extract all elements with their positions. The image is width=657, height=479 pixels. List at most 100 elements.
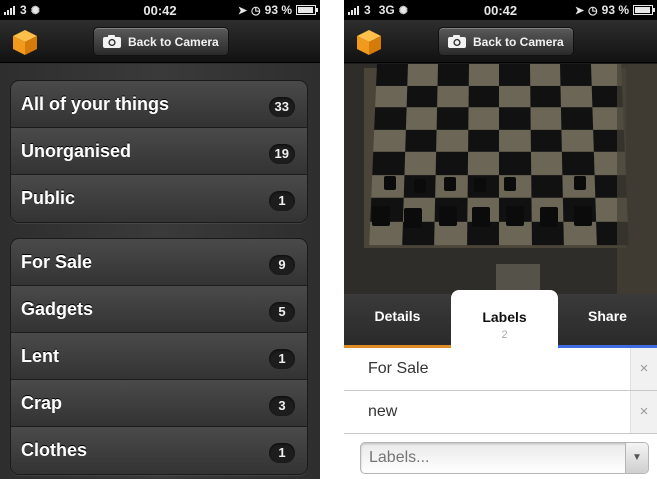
list-item[interactable]: Gadgets 5 [11,286,307,333]
status-right: ➤ ◷ 93 % [574,3,655,17]
tab-bar: Details Labels 2 Share [344,290,657,348]
chessboard-square [376,64,408,86]
chessboard-square [437,64,469,86]
list-item-label: Public [21,188,76,208]
tab-share[interactable]: Share [558,294,657,348]
chessboard-square [467,129,499,152]
chessboard-square [499,64,530,86]
battery-percent: 93 % [264,3,292,17]
chessboard-square [436,129,468,152]
cube-logo-icon[interactable] [354,27,384,57]
chessboard-square [435,151,468,175]
photo-piece [574,206,592,226]
back-to-camera-button[interactable]: Back to Camera [93,27,229,56]
screen-divider [320,0,344,479]
photo-piece [472,207,490,227]
photo-piece [574,176,586,190]
list-item[interactable]: Clothes 1 [11,427,307,474]
chessboard-square [561,151,595,175]
count-badge: 5 [269,302,295,322]
chessboard-square [530,174,563,198]
status-bar: 3 ✺ 00:42 ➤ ◷ 93 % [0,0,320,20]
status-bar: 3 3G ✺ 00:42 ➤ ◷ 93 % [344,0,657,20]
chessboard-square [530,129,562,152]
list-item-label: Crap [21,393,63,413]
chessboard-square [499,85,530,108]
collections-group-main: All of your things 33 Unorganised 19 Public 1 [10,80,308,223]
list-item[interactable]: All of your things 33 [11,81,307,128]
chessboard-square [374,107,407,130]
photo-piece [444,177,456,191]
chessboard-square [406,64,438,86]
list-item[interactable]: Crap 3 [11,380,307,427]
battery-percent: 93 % [601,3,629,17]
label-row: For Sale × [344,348,657,391]
tab-labels-label: Labels [482,309,527,325]
list-item-label: For Sale [21,252,93,272]
list-item-label: Unorganised [21,141,132,161]
tab-labels-count: 2 [501,329,508,341]
photo-piece [540,207,558,227]
list-item[interactable]: For Sale 9 [11,239,307,286]
phone-screen-right: 3 3G ✺ 00:42 ➤ ◷ 93 % Back to Camera Det… [344,0,657,479]
back-to-camera-button[interactable]: Back to Camera [438,27,574,56]
list-item-label: Lent [21,346,59,366]
chessboard-square [560,107,593,130]
label-text: new [368,403,398,420]
location-icon: ➤ [237,4,248,17]
location-icon: ➤ [574,4,585,17]
chessboard-square [499,151,531,175]
remove-label-button[interactable]: × [630,391,657,433]
tab-details-label: Details [374,308,421,324]
labels-input[interactable] [361,443,621,473]
tab-details[interactable]: Details [344,294,451,348]
chessboard-square [530,151,563,175]
chessboard-square [499,129,531,152]
camera-icon [448,35,466,48]
label-row: new × [344,391,657,434]
chessboard-square [373,129,406,152]
chessboard-square [499,107,531,130]
photo-piece [414,179,426,193]
photo-piece [474,178,486,192]
photo-piece [506,206,524,226]
list-item[interactable]: Public 1 [11,175,307,222]
count-badge: 9 [269,255,295,275]
chessboard-square [405,107,438,130]
labels-panel: For Sale × new × ▼ [344,348,657,479]
status-right: ➤ ◷ 93 % [237,3,318,17]
count-badge: 33 [268,97,295,117]
collections-list: All of your things 33 Unorganised 19 Public 1… [0,64,320,479]
count-badge: 1 [269,443,295,463]
chessboard-square [468,85,499,108]
chessboard-square [468,64,499,86]
photo-piece [372,206,390,226]
photo-piece [384,176,396,190]
list-item[interactable]: Unorganised 19 [11,128,307,175]
count-badge: 3 [269,396,295,416]
photo-piece [504,177,516,191]
camera-icon [103,35,121,48]
list-item[interactable]: Lent 1 [11,333,307,380]
chessboard-square [560,85,592,108]
chessboard-square [560,64,592,86]
photo-piece [404,208,422,228]
chessboard-square [467,107,499,130]
chevron-down-icon[interactable]: ▼ [625,443,648,473]
photo-shade [617,64,657,294]
alarm-clock-icon: ◷ [251,4,261,17]
chessboard-square [529,85,561,108]
labels-combobox[interactable]: ▼ [360,442,649,474]
chessboard-square [372,151,405,175]
count-badge: 1 [269,191,295,211]
cube-logo-icon[interactable] [10,27,40,57]
chessboard-square [529,64,561,86]
tab-share-label: Share [588,308,627,324]
chessboard-square [375,85,407,108]
remove-label-button[interactable]: × [630,348,657,390]
nav-bar: Back to Camera [0,20,320,63]
label-text: For Sale [368,360,429,377]
tab-labels[interactable]: Labels 2 [451,290,558,348]
list-item-label: Gadgets [21,299,94,319]
list-item-label: All of your things [21,94,169,114]
